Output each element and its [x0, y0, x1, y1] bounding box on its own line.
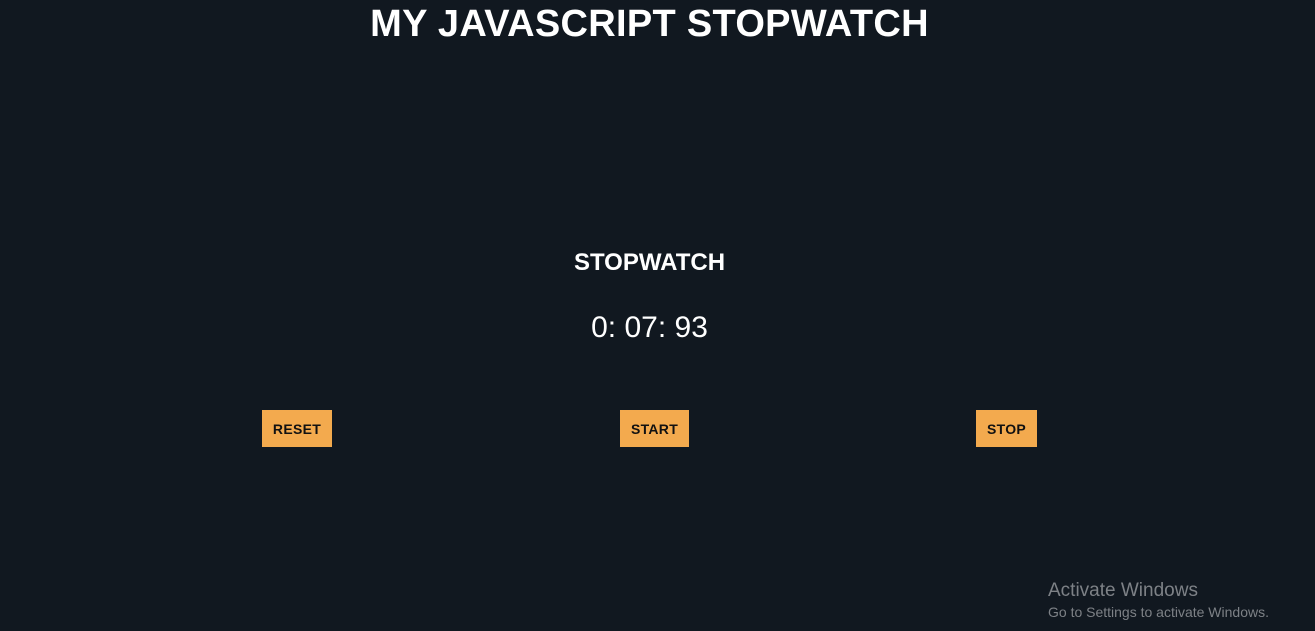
time-display: 0: 07: 93 [591, 311, 708, 344]
start-button[interactable]: START [620, 410, 689, 447]
watermark-subtitle: Go to Settings to activate Windows. [1048, 604, 1269, 620]
watermark-title: Activate Windows [1048, 580, 1198, 601]
activate-windows-watermark: Activate Windows Go to Settings to activ… [1048, 580, 1269, 621]
stopwatch-page: MY JAVASCRIPT STOPWATCH STOPWATCH 0: 07:… [0, 0, 1315, 631]
stopwatch-heading: STOPWATCH [573, 249, 726, 276]
stop-button[interactable]: STOP [976, 410, 1037, 447]
page-title: MY JAVASCRIPT STOPWATCH [370, 3, 929, 45]
reset-button[interactable]: RESET [262, 410, 332, 447]
